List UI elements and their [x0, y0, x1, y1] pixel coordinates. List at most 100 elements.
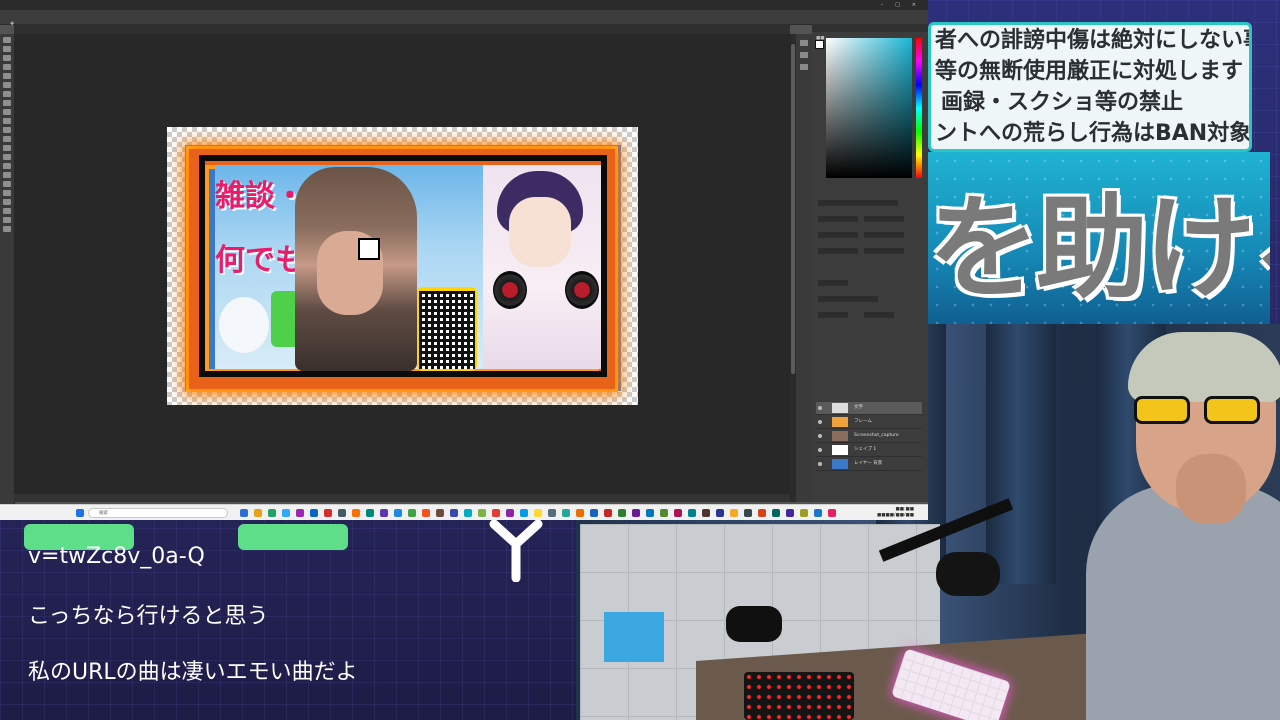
- eye-icon[interactable]: [818, 462, 822, 466]
- taskbar-app-icon[interactable]: [478, 509, 486, 517]
- eraser-icon[interactable]: [3, 127, 11, 133]
- eye-icon[interactable]: [818, 420, 822, 424]
- taskbar-app-icon[interactable]: [716, 509, 724, 517]
- eyedropper-icon[interactable]: [3, 82, 11, 88]
- taskbar-clock[interactable]: ■■:■■ ■■■■/■■/■■: [877, 507, 914, 519]
- taskbar-app-icon[interactable]: [576, 509, 584, 517]
- property-field[interactable]: [818, 312, 848, 318]
- taskbar-app-icon[interactable]: [618, 509, 626, 517]
- document-canvas[interactable]: 雑談・何でも 何でも: [167, 127, 638, 405]
- lasso-tool-icon[interactable]: [3, 55, 11, 61]
- gradient-icon[interactable]: [3, 136, 11, 142]
- pen-tool-icon[interactable]: [3, 163, 11, 169]
- taskbar-app-icon[interactable]: [436, 509, 444, 517]
- more-tools-icon[interactable]: [3, 217, 11, 223]
- transform-handle[interactable]: [358, 238, 380, 260]
- clone-stamp-icon[interactable]: [3, 109, 11, 115]
- magic-wand-icon[interactable]: [3, 64, 11, 70]
- type-tool-icon[interactable]: [3, 172, 11, 178]
- dodge-icon[interactable]: [3, 154, 11, 160]
- taskbar-app-icon[interactable]: [324, 509, 332, 517]
- windows-start-icon[interactable]: [76, 509, 84, 517]
- close-icon[interactable]: ×: [912, 2, 922, 8]
- taskbar-app-icon[interactable]: [562, 509, 570, 517]
- color-picker[interactable]: [826, 38, 912, 178]
- taskbar-app-icon[interactable]: [296, 509, 304, 517]
- zoom-tool-icon[interactable]: [3, 208, 11, 214]
- taskbar-app-icon[interactable]: [506, 509, 514, 517]
- taskbar-app-icon[interactable]: [310, 509, 318, 517]
- taskbar-app-icon[interactable]: [520, 509, 528, 517]
- taskbar-app-icon[interactable]: [240, 509, 248, 517]
- move-tool-icon[interactable]: [3, 37, 11, 43]
- taskbar-app-icon[interactable]: [646, 509, 654, 517]
- property-field[interactable]: [864, 312, 894, 318]
- eye-icon[interactable]: [818, 434, 822, 438]
- foreground-swatch[interactable]: [815, 40, 824, 49]
- hue-slider[interactable]: [916, 38, 922, 178]
- marquee-tool-icon[interactable]: [3, 46, 11, 52]
- taskbar-app-icon[interactable]: [660, 509, 668, 517]
- color-swatch-icon[interactable]: [3, 226, 11, 232]
- taskbar-app-icon[interactable]: [338, 509, 346, 517]
- properties-icon[interactable]: [800, 52, 808, 58]
- taskbar-app-icon[interactable]: [450, 509, 458, 517]
- taskbar-app-icon[interactable]: [464, 509, 472, 517]
- taskbar-app-icon[interactable]: [800, 509, 808, 517]
- taskbar-app-icon[interactable]: [772, 509, 780, 517]
- taskbar-app-icon[interactable]: [814, 509, 822, 517]
- property-field[interactable]: [818, 200, 898, 206]
- taskbar-app-icon[interactable]: [422, 509, 430, 517]
- taskbar-app-icon[interactable]: [604, 509, 612, 517]
- taskbar-app-icon[interactable]: [744, 509, 752, 517]
- history-brush-icon[interactable]: [3, 118, 11, 124]
- taskbar-app-icon[interactable]: [408, 509, 416, 517]
- taskbar-app-icon[interactable]: [758, 509, 766, 517]
- layer-row[interactable]: Screenshot_capture: [816, 430, 922, 443]
- minimize-icon[interactable]: –: [881, 2, 890, 8]
- taskbar-app-icon[interactable]: [674, 509, 682, 517]
- property-field[interactable]: [818, 296, 878, 302]
- path-select-icon[interactable]: [3, 181, 11, 187]
- history-icon[interactable]: [800, 40, 808, 46]
- taskbar-app-icon[interactable]: [394, 509, 402, 517]
- taskbar-app-icon[interactable]: [632, 509, 640, 517]
- taskbar-app-icon[interactable]: [282, 509, 290, 517]
- property-field[interactable]: [818, 248, 858, 254]
- taskbar-app-icon[interactable]: [702, 509, 710, 517]
- search-input[interactable]: 検索: [88, 508, 228, 518]
- healing-brush-icon[interactable]: [3, 91, 11, 97]
- property-field[interactable]: [818, 232, 858, 238]
- blur-icon[interactable]: [3, 145, 11, 151]
- taskbar-app-icon[interactable]: [366, 509, 374, 517]
- eye-icon[interactable]: [818, 448, 822, 452]
- crop-tool-icon[interactable]: [3, 73, 11, 79]
- property-field[interactable]: [818, 216, 858, 222]
- brush-tool-icon[interactable]: [3, 100, 11, 106]
- eye-icon[interactable]: [818, 406, 822, 410]
- hand-tool-icon[interactable]: [3, 199, 11, 205]
- layer-row[interactable]: レイヤー 背景: [816, 458, 922, 471]
- property-field[interactable]: [864, 248, 904, 254]
- taskbar-app-icon[interactable]: [548, 509, 556, 517]
- layer-row[interactable]: フレーム: [816, 416, 922, 429]
- taskbar-app-icon[interactable]: [828, 509, 836, 517]
- taskbar-app-icon[interactable]: [590, 509, 598, 517]
- layer-row[interactable]: 文字: [816, 402, 922, 415]
- taskbar-app-icon[interactable]: [254, 509, 262, 517]
- taskbar-app-icon[interactable]: [730, 509, 738, 517]
- taskbar-app-icon[interactable]: [380, 509, 388, 517]
- taskbar-app-icon[interactable]: [688, 509, 696, 517]
- layer-row[interactable]: シェイプ 1: [816, 444, 922, 457]
- property-field[interactable]: [864, 216, 904, 222]
- taskbar-app-icon[interactable]: [786, 509, 794, 517]
- taskbar-app-icon[interactable]: [534, 509, 542, 517]
- taskbar-app-icon[interactable]: [492, 509, 500, 517]
- shape-tool-icon[interactable]: [3, 190, 11, 196]
- property-field[interactable]: [864, 232, 904, 238]
- info-icon[interactable]: [800, 64, 808, 70]
- maximize-icon[interactable]: □: [895, 2, 906, 8]
- taskbar-app-icon[interactable]: [352, 509, 360, 517]
- property-field[interactable]: [818, 280, 848, 286]
- taskbar-app-icon[interactable]: [268, 509, 276, 517]
